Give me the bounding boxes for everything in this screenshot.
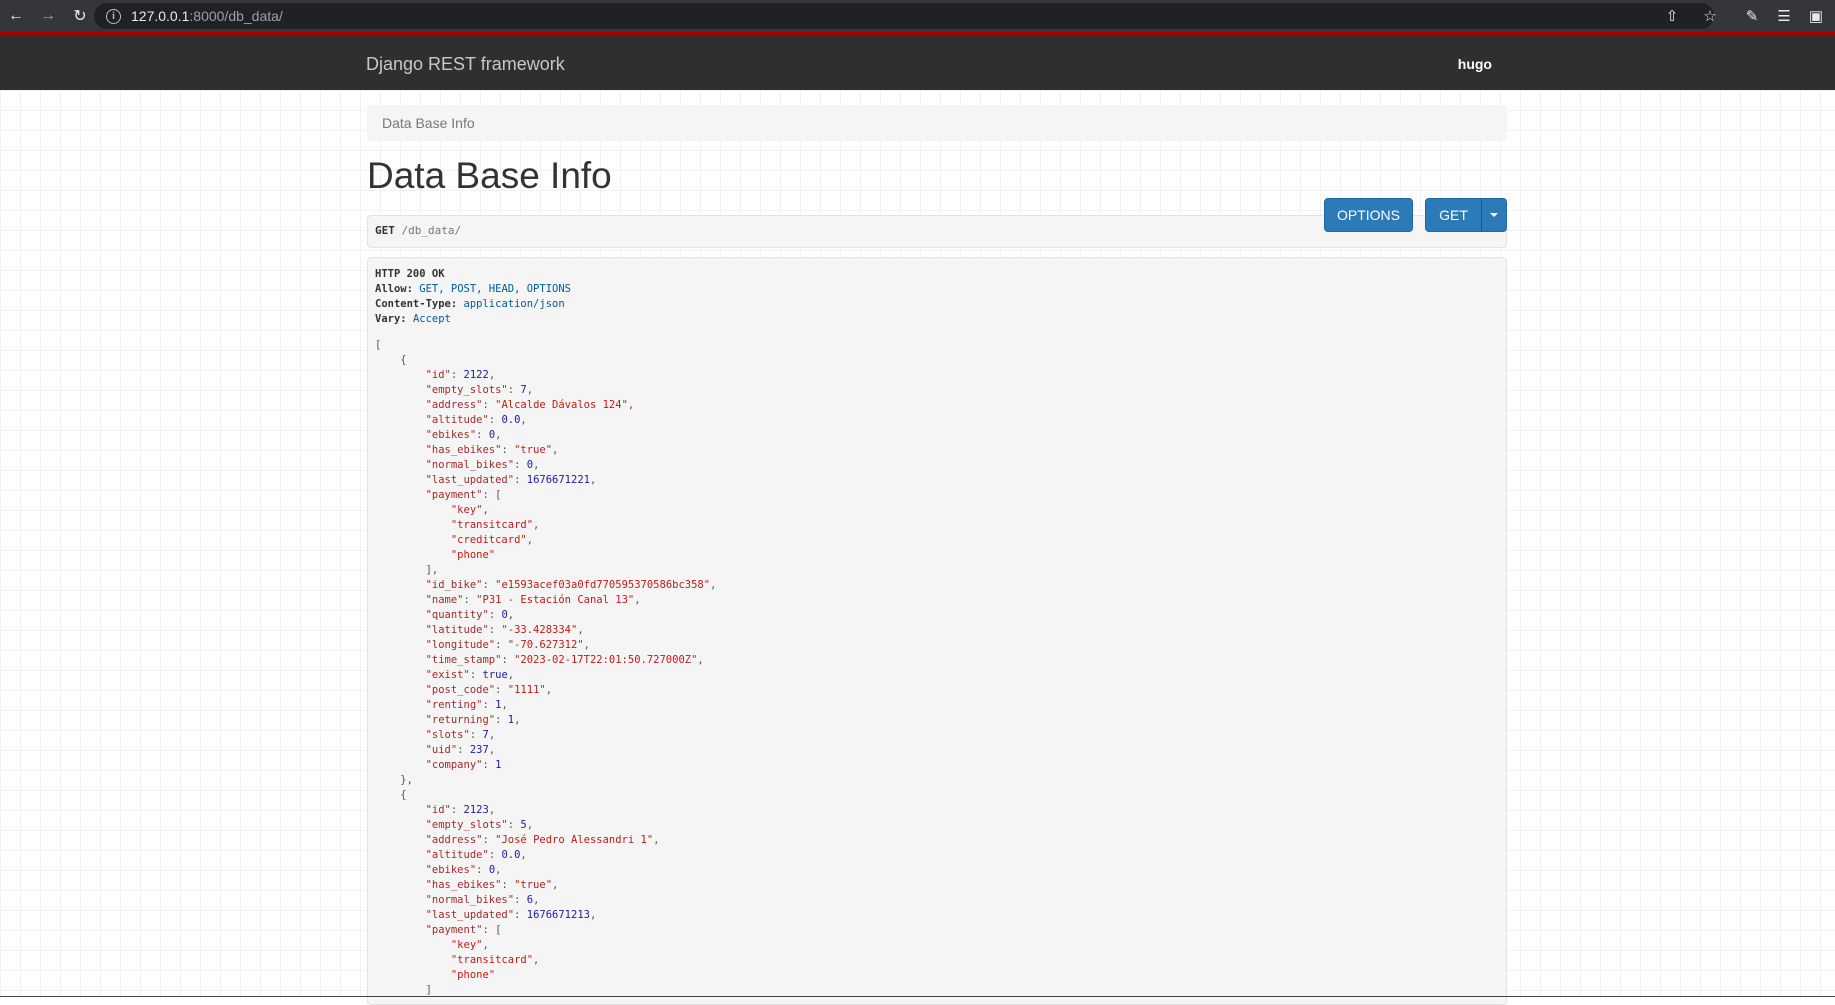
json-key-quantity: "quantity": 0, (425, 609, 515, 621)
json-array-item: "phone" (450, 969, 496, 981)
url-path: :8000/db_data/ (189, 8, 283, 24)
get-format-dropdown[interactable] (1481, 198, 1507, 232)
json-key-empty_slots: "empty_slots": 5, (425, 819, 534, 831)
forward-icon[interactable]: → (32, 0, 64, 32)
bookmark-star-icon[interactable]: ☆ (1697, 3, 1723, 29)
json-key-last_updated: "last_updated": 1676671221, (425, 474, 597, 486)
json-key-payment: "payment": [ (425, 489, 502, 501)
json-object-close: }, (400, 774, 413, 786)
json-key-empty_slots: "empty_slots": 7, (425, 384, 534, 396)
json-array-close: ], (425, 564, 439, 576)
json-key-uid: "uid": 237, (425, 744, 496, 756)
header-content-type-label: Content-Type: (375, 298, 458, 310)
main-content: Data Base Info Data Base Info OPTIONS GE… (367, 105, 1507, 1005)
url-host: 127.0.0.1 (131, 8, 190, 24)
json-key-post_code: "post_code": "1111", (425, 684, 553, 696)
json-key-exist: "exist": true, (425, 669, 515, 681)
json-key-company: "company": 1 (425, 759, 502, 771)
page-title: Data Base Info (367, 155, 612, 196)
json-array-item: "key", (450, 504, 489, 516)
json-key-ebikes: "ebikes": 0, (425, 429, 502, 441)
json-array-open: [ (375, 339, 382, 351)
json-object-open: { (400, 789, 407, 801)
json-object-open: { (400, 354, 407, 366)
json-key-altitude: "altitude": 0.0, (425, 414, 527, 426)
header-vary-value: Accept (412, 313, 451, 325)
json-key-has_ebikes: "has_ebikes": "true", (425, 444, 559, 456)
json-array-item: "creditcard", (450, 534, 534, 546)
reading-list-icon[interactable]: ☰ (1771, 3, 1797, 29)
request-path: /db_data/ (401, 224, 462, 237)
side-panel-icon[interactable]: ▣ (1803, 3, 1829, 29)
json-array-item: "key", (450, 939, 489, 951)
page-header: Data Base Info OPTIONS GET (367, 141, 1507, 232)
share-icon[interactable]: ⇧ (1659, 3, 1685, 29)
json-key-id: "id": 2122, (425, 369, 496, 381)
json-array-item: "transitcard", (450, 954, 540, 966)
response-body: HTTP 200 OK Allow: GET, POST, HEAD, OPTI… (367, 257, 1507, 1005)
reload-icon[interactable]: ↻ (64, 0, 96, 32)
json-key-renting: "renting": 1, (425, 699, 508, 711)
json-key-id: "id": 2123, (425, 804, 496, 816)
response-status: HTTP 200 OK (375, 268, 445, 280)
json-key-address: "address": "José Pedro Alessandri 1", (425, 834, 660, 846)
back-icon[interactable]: ← (0, 0, 32, 32)
json-key-longitude: "longitude": "-70.627312", (425, 639, 590, 651)
json-key-ebikes: "ebikes": 0, (425, 864, 502, 876)
top-navbar: Django REST framework hugo (0, 35, 1835, 90)
json-key-time_stamp: "time_stamp": "2023-02-17T22:01:50.72700… (425, 654, 704, 666)
json-key-last_updated: "last_updated": 1676671213, (425, 909, 597, 921)
json-key-returning: "returning": 1, (425, 714, 521, 726)
caret-down-icon (1490, 213, 1498, 217)
json-key-name: "name": "P31 - Estación Canal 13", (425, 594, 641, 606)
json-key-id_bike: "id_bike": "e1593acef03a0fd770595370586b… (425, 579, 717, 591)
user-menu[interactable]: hugo (1458, 56, 1492, 72)
address-bar[interactable]: i 127.0.0.1:8000/db_data/ (94, 3, 1714, 29)
get-button[interactable]: GET (1425, 198, 1482, 232)
json-array-item: "phone" (450, 549, 496, 561)
request-method: GET (375, 224, 395, 237)
json-array-item: "transitcard", (450, 519, 540, 531)
breadcrumb[interactable]: Data Base Info (367, 105, 1507, 141)
extensions-puzzle-icon[interactable]: ✎ (1739, 3, 1765, 29)
options-button[interactable]: OPTIONS (1324, 198, 1413, 232)
header-allow-label: Allow: (375, 283, 413, 295)
json-key-normal_bikes: "normal_bikes": 0, (425, 459, 540, 471)
header-allow-value: GET, POST, HEAD, OPTIONS (419, 283, 571, 295)
json-key-has_ebikes: "has_ebikes": "true", (425, 879, 559, 891)
site-info-icon[interactable]: i (106, 8, 121, 24)
json-key-altitude: "altitude": 0.0, (425, 849, 527, 861)
browser-toolbar: ← → ↻ i 127.0.0.1:8000/db_data/ ⇧ ☆ ✎ ☰ … (0, 0, 1835, 32)
json-key-address: "address": "Alcalde Dávalos 124", (425, 399, 635, 411)
json-key-latitude: "latitude": "-33.428334", (425, 624, 584, 636)
json-body: [ { "id": 2122, "empty_slots": 7, "addre… (375, 338, 1499, 998)
json-key-slots: "slots": 7, (425, 729, 496, 741)
brand-link[interactable]: Django REST framework (366, 54, 565, 75)
json-key-normal_bikes: "normal_bikes": 6, (425, 894, 540, 906)
header-vary-label: Vary: (375, 313, 407, 325)
header-content-type-value: application/json (463, 298, 565, 310)
json-key-payment: "payment": [ (425, 924, 502, 936)
